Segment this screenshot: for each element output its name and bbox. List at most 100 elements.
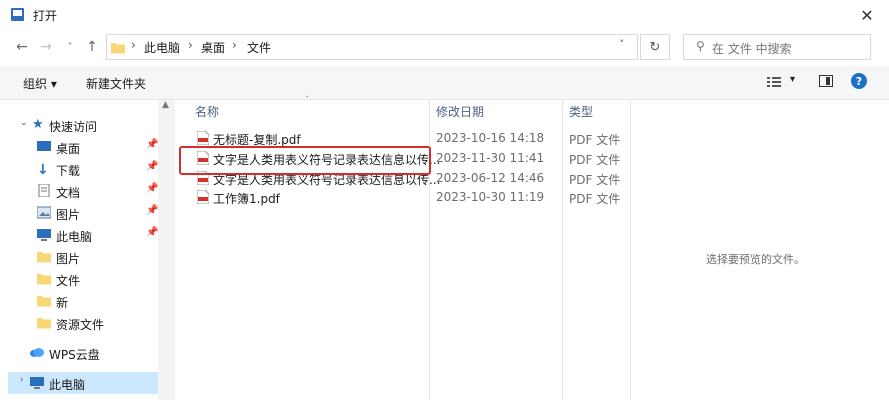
chevron-down-icon[interactable]: ⌄ bbox=[20, 118, 28, 128]
sidebar-item-quick-access[interactable]: ⌄ ★ 快速访问 bbox=[8, 114, 158, 136]
pdf-file-icon bbox=[197, 131, 209, 145]
sort-indicator-icon: ˇ bbox=[305, 96, 310, 106]
sidebar-item-wps-cloud[interactable]: WPS云盘 bbox=[8, 342, 158, 364]
forward-button[interactable]: → bbox=[36, 37, 56, 57]
column-header-date[interactable]: 修改日期 bbox=[436, 103, 484, 120]
sidebar-item-label: 新 bbox=[56, 296, 69, 310]
file-row[interactable]: 工作簿1.pdf 2023-10-30 11:19 PDF 文件 bbox=[185, 187, 625, 207]
folder-icon bbox=[37, 318, 51, 329]
chevron-right-icon[interactable]: › bbox=[20, 375, 24, 385]
column-header-type[interactable]: 类型 bbox=[569, 103, 593, 120]
preview-pane: 选择要预览的文件。 bbox=[630, 100, 889, 400]
file-type: PDF 文件 bbox=[569, 192, 621, 206]
close-icon: ✕ bbox=[860, 5, 874, 25]
sidebar-item-label: 资源文件 bbox=[56, 318, 105, 332]
pdf-file-icon bbox=[197, 190, 209, 204]
navigation-bar: ← → ˅ ↑ › 此电脑 › 桌面 › 文件 ˅ ↻ ⚲ 在 文件 中搜索 bbox=[0, 30, 889, 66]
sidebar-item-label: 此电脑 bbox=[56, 230, 93, 244]
file-type: PDF 文件 bbox=[569, 153, 621, 167]
search-placeholder: 在 文件 中搜索 bbox=[712, 42, 792, 56]
computer-icon bbox=[30, 377, 44, 389]
file-row[interactable]: 无标题-复制.pdf 2023-10-16 14:18 PDF 文件 bbox=[185, 128, 625, 148]
breadcrumb-desktop[interactable]: 桌面 bbox=[201, 39, 225, 56]
sidebar-item-label: 快速访问 bbox=[49, 120, 98, 134]
sidebar-item-this-pc[interactable]: 此电脑 📌 bbox=[8, 224, 158, 246]
desktop-icon bbox=[37, 141, 51, 151]
toolbar: 组织 ▾ 新建文件夹 ▾ ? bbox=[0, 66, 889, 100]
file-date: 2023-10-30 11:19 bbox=[436, 190, 545, 204]
breadcrumb-separator: › bbox=[232, 38, 237, 52]
pin-icon: 📌 bbox=[146, 227, 159, 238]
organize-menu[interactable]: 组织 ▾ bbox=[23, 75, 57, 92]
computer-icon bbox=[37, 229, 51, 241]
file-date: 2023-11-30 11:41 bbox=[436, 151, 545, 165]
file-name: 工作簿1.pdf bbox=[213, 192, 280, 206]
file-date: 2023-06-12 14:46 bbox=[436, 171, 545, 185]
file-type: PDF 文件 bbox=[569, 133, 621, 147]
preview-pane-icon[interactable] bbox=[819, 75, 833, 87]
pin-icon: 📌 bbox=[146, 205, 159, 216]
window-icon bbox=[11, 8, 24, 21]
title-bar: 打开 ✕ bbox=[0, 0, 889, 30]
sidebar-item-label: 图片 bbox=[56, 252, 81, 266]
help-icon[interactable]: ? bbox=[851, 73, 867, 89]
breadcrumb-separator: › bbox=[131, 38, 136, 52]
sidebar-item-label: 此电脑 bbox=[49, 378, 86, 392]
back-button[interactable]: ← bbox=[12, 37, 32, 57]
arrow-left-icon: ← bbox=[16, 39, 28, 55]
view-dropdown-icon[interactable]: ▾ bbox=[790, 74, 795, 85]
sidebar-item-pictures-folder[interactable]: 图片 bbox=[8, 246, 158, 268]
arrow-up-icon: ↑ bbox=[86, 39, 98, 55]
cloud-icon bbox=[30, 348, 44, 357]
new-folder-button[interactable]: 新建文件夹 bbox=[86, 75, 146, 92]
sidebar-item-label: 图片 bbox=[56, 208, 81, 222]
scroll-up-icon[interactable]: ▲ bbox=[162, 100, 169, 110]
recent-locations-button[interactable]: ˅ bbox=[60, 37, 80, 57]
column-header-name[interactable]: 名称 bbox=[195, 103, 219, 120]
navigation-pane: ▲ ⌄ ★ 快速访问 桌面 📌 ↓ 下载 📌 文档 📌 图片 📌 此电脑 📌 图… bbox=[0, 100, 175, 400]
refresh-button[interactable]: ↻ bbox=[640, 34, 670, 60]
sidebar-item-downloads[interactable]: ↓ 下载 📌 bbox=[8, 158, 158, 180]
search-icon: ⚲ bbox=[696, 39, 705, 53]
file-date: 2023-10-16 14:18 bbox=[436, 131, 545, 145]
address-bar[interactable]: › 此电脑 › 桌面 › 文件 ˅ bbox=[106, 34, 638, 60]
chevron-down-icon[interactable]: ˅ bbox=[619, 38, 625, 51]
sidebar-item-desktop[interactable]: 桌面 📌 bbox=[8, 136, 158, 158]
arrow-right-icon: → bbox=[40, 39, 52, 55]
chevron-down-icon: ˅ bbox=[67, 41, 73, 53]
refresh-icon: ↻ bbox=[649, 39, 661, 55]
pin-icon: 📌 bbox=[146, 183, 159, 194]
window-title: 打开 bbox=[33, 9, 58, 23]
folder-icon bbox=[37, 252, 51, 263]
sidebar-item-label: 桌面 bbox=[56, 142, 81, 156]
file-type: PDF 文件 bbox=[569, 173, 621, 187]
file-list: ˇ 名称 修改日期 类型 无标题-复制.pdf 2023-10-16 14:18… bbox=[177, 96, 629, 400]
folder-icon bbox=[111, 43, 125, 54]
breadcrumb-separator: › bbox=[188, 38, 193, 52]
document-icon bbox=[38, 184, 50, 197]
search-box[interactable]: ⚲ 在 文件 中搜索 bbox=[683, 34, 871, 60]
folder-icon bbox=[37, 296, 51, 307]
close-button[interactable]: ✕ bbox=[852, 2, 882, 28]
preview-placeholder-text: 选择要预览的文件。 bbox=[706, 253, 805, 266]
pictures-icon bbox=[37, 206, 51, 219]
sidebar-item-pictures[interactable]: 图片 📌 bbox=[8, 202, 158, 224]
sidebar-item-files-folder[interactable]: 文件 bbox=[8, 268, 158, 290]
up-button[interactable]: ↑ bbox=[82, 37, 102, 57]
sidebar-item-documents[interactable]: 文档 📌 bbox=[8, 180, 158, 202]
folder-icon bbox=[37, 274, 51, 285]
highlight-annotation bbox=[179, 146, 431, 175]
pin-icon: 📌 bbox=[146, 161, 159, 172]
sidebar-item-resources-folder[interactable]: 资源文件 bbox=[8, 312, 158, 334]
view-options-icon[interactable] bbox=[767, 76, 781, 88]
sidebar-item-this-pc-selected[interactable]: › 此电脑 bbox=[8, 372, 158, 394]
scrollbar[interactable]: ▲ bbox=[158, 100, 175, 400]
star-icon: ★ bbox=[32, 117, 44, 132]
sidebar-item-label: WPS云盘 bbox=[49, 348, 100, 362]
sidebar-item-new-folder[interactable]: 新 bbox=[8, 290, 158, 312]
sidebar-item-label: 文档 bbox=[56, 186, 81, 200]
download-icon: ↓ bbox=[37, 162, 49, 178]
breadcrumb-this-pc[interactable]: 此电脑 bbox=[144, 39, 180, 56]
pin-icon: 📌 bbox=[146, 139, 159, 150]
breadcrumb-files[interactable]: 文件 bbox=[247, 39, 271, 56]
